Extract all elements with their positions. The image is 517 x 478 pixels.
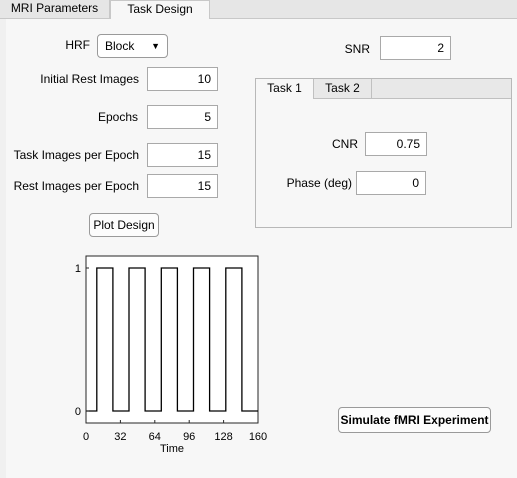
- simulate-button[interactable]: Simulate fMRI Experiment: [338, 407, 491, 433]
- snr-label: SNR: [344, 42, 370, 56]
- hrf-dropdown[interactable]: Block ▼: [97, 34, 168, 58]
- epochs-input[interactable]: 5: [147, 105, 218, 129]
- hrf-dropdown-value: Block: [105, 39, 135, 53]
- snr-input[interactable]: 2: [380, 36, 451, 60]
- task-images-label: Task Images per Epoch: [13, 148, 139, 162]
- rest-images-label: Rest Images per Epoch: [13, 179, 139, 193]
- main-tab-bar: MRI Parameters Task Design: [0, 0, 517, 19]
- epochs-label: Epochs: [97, 110, 138, 124]
- phase-label: Phase (deg): [286, 176, 352, 190]
- cnr-input[interactable]: 0.75: [365, 132, 427, 156]
- initial-rest-label: Initial Rest Images: [40, 72, 139, 86]
- task-tab-group: Task 1 Task 2 CNR 0.75 Phase (deg) 0: [255, 78, 512, 228]
- tab-task-2[interactable]: Task 2: [314, 79, 372, 98]
- plot-design-button[interactable]: Plot Design: [89, 213, 159, 237]
- phase-input[interactable]: 0: [356, 171, 426, 195]
- rest-images-input[interactable]: 15: [147, 174, 218, 198]
- tab-task-1[interactable]: Task 1: [256, 79, 314, 99]
- initial-rest-input[interactable]: 10: [147, 67, 218, 91]
- tab-task-design[interactable]: Task Design: [110, 0, 210, 19]
- cnr-label: CNR: [332, 137, 358, 151]
- tab-mri-parameters[interactable]: MRI Parameters: [0, 0, 110, 18]
- task-tab-bar: Task 1 Task 2: [256, 79, 511, 99]
- hrf-label: HRF: [65, 38, 90, 52]
- triangle-down-icon: ▼: [151, 41, 160, 51]
- task-images-input[interactable]: 15: [147, 143, 218, 167]
